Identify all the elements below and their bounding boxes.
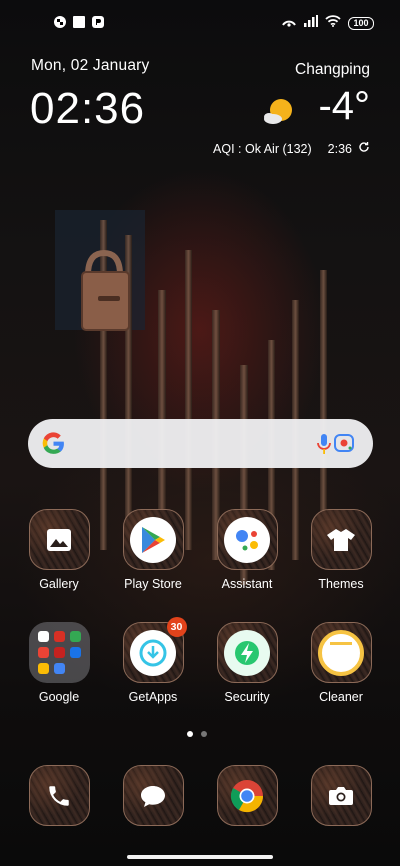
security-icon — [216, 622, 278, 683]
app-label: Assistant — [221, 577, 273, 591]
app-getapps[interactable]: 30 GetApps — [113, 617, 193, 704]
app-assistant[interactable]: Assistant — [207, 509, 287, 591]
dock-messages[interactable] — [113, 765, 193, 826]
signal-icon — [304, 14, 318, 32]
mini-app-icon — [53, 631, 65, 642]
folder-icon — [28, 622, 90, 683]
mini-app-icon — [69, 631, 81, 642]
app-play-store[interactable]: Play Store — [113, 509, 193, 591]
phone-icon — [28, 765, 90, 826]
dock-chrome[interactable] — [207, 765, 287, 826]
play-store-icon — [122, 509, 184, 570]
app-themes[interactable]: Themes — [301, 509, 381, 591]
page-indicator — [187, 731, 207, 737]
chrome-icon — [216, 765, 278, 826]
folder-google[interactable]: Google — [19, 622, 99, 704]
assistant-icon — [216, 509, 278, 570]
camera-icon — [310, 765, 372, 826]
mini-app-icon — [53, 663, 65, 674]
square-icon — [73, 15, 85, 28]
partly-cloudy-icon[interactable] — [261, 95, 295, 129]
page-dot — [201, 731, 207, 737]
mini-app-icon — [37, 647, 49, 658]
weather-city[interactable]: Changping — [295, 61, 370, 79]
app-security[interactable]: Security — [207, 622, 287, 704]
home-indicator[interactable] — [127, 855, 273, 859]
app-label: Themes — [318, 577, 364, 591]
date-label[interactable]: Mon, 02 January — [31, 57, 149, 75]
notification-badge: 30 — [166, 617, 187, 637]
app-label: Security — [224, 690, 270, 704]
app-gallery[interactable]: Gallery — [19, 509, 99, 591]
gallery-icon — [28, 509, 90, 570]
cleaner-icon — [310, 622, 372, 683]
hotspot-icon — [281, 14, 297, 32]
google-search-bar[interactable] — [28, 419, 373, 468]
dock-phone[interactable] — [19, 765, 99, 826]
refresh-button[interactable]: 2:36 — [328, 141, 370, 156]
messages-icon — [122, 765, 184, 826]
clock-time[interactable]: 02:36 — [30, 84, 145, 134]
refresh-icon — [358, 141, 370, 156]
app-label: Google — [38, 690, 80, 704]
status-bar: 100 — [0, 0, 400, 44]
app-label: GetApps — [128, 690, 178, 704]
app-label: Play Store — [124, 577, 182, 591]
notification-icon — [54, 15, 66, 28]
temperature[interactable]: -4° — [318, 84, 370, 129]
google-logo-icon — [41, 431, 66, 456]
mini-app-icon — [37, 663, 49, 674]
app-notification-icon — [92, 15, 104, 28]
app-cleaner[interactable]: Cleaner — [301, 622, 381, 704]
aqi-label: AQI : Ok Air (132) — [213, 141, 312, 156]
lens-icon[interactable] — [332, 431, 356, 455]
updated-time: 2:36 — [327, 141, 352, 156]
dock-camera[interactable] — [301, 765, 381, 826]
themes-icon — [310, 509, 372, 570]
app-label: Cleaner — [319, 690, 363, 704]
battery-icon: 100 — [348, 16, 374, 30]
page-dot-active — [187, 731, 193, 737]
mini-app-icon — [53, 647, 65, 658]
app-label: Gallery — [39, 577, 79, 591]
mini-app-icon — [37, 631, 49, 642]
weather-details: AQI : Ok Air (132) 2:36 — [213, 141, 370, 156]
getapps-icon: 30 — [122, 617, 187, 683]
mini-app-icon — [69, 647, 81, 658]
wifi-icon — [325, 14, 341, 32]
